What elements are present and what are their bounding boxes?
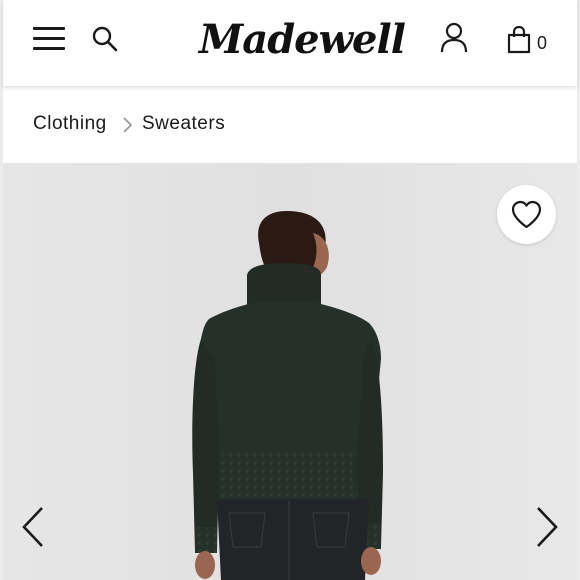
bag-item-count: 0 <box>537 33 548 53</box>
site-header: Madewell 0 <box>3 0 577 86</box>
breadcrumb-item-sweaters[interactable]: Sweaters <box>142 113 225 135</box>
product-photo <box>3 163 577 580</box>
chevron-right-icon <box>123 117 133 133</box>
breadcrumb: Clothing Sweaters <box>3 86 577 163</box>
shopping-bag-icon[interactable] <box>505 26 533 54</box>
breadcrumb-item-clothing[interactable]: Clothing <box>33 113 107 135</box>
search-icon[interactable] <box>91 25 119 53</box>
hamburger-menu-icon[interactable] <box>33 26 65 52</box>
chevron-right-icon[interactable] <box>534 505 560 549</box>
favorite-button[interactable] <box>497 185 556 244</box>
brand-logo[interactable]: Madewell <box>199 14 406 66</box>
account-icon[interactable] <box>439 22 469 54</box>
heart-icon <box>511 200 542 229</box>
chevron-left-icon[interactable] <box>20 505 46 549</box>
product-image-gallery[interactable] <box>3 163 577 580</box>
